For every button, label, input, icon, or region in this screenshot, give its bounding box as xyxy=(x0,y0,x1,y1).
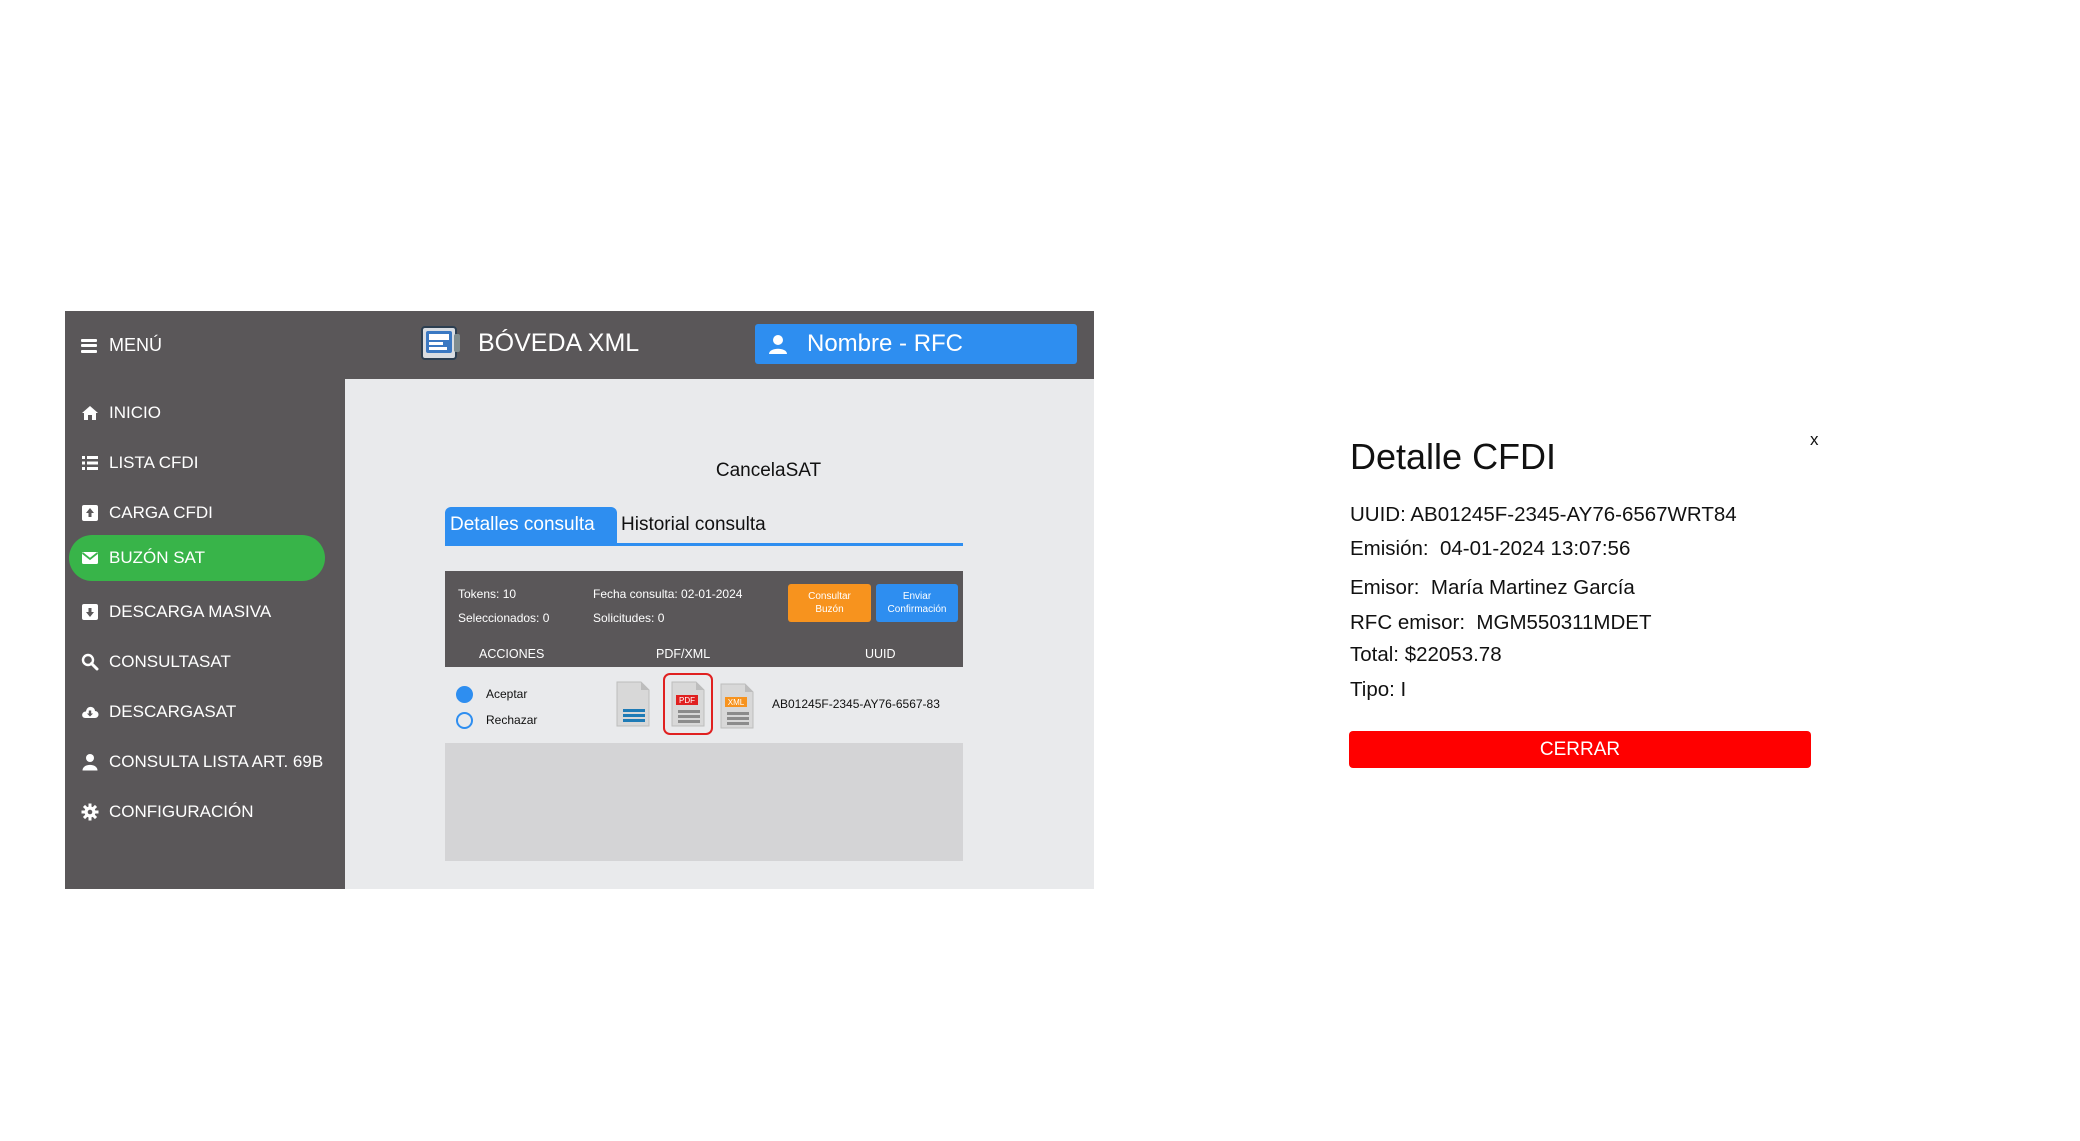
home-icon xyxy=(82,406,98,420)
consultar-buzon-button[interactable]: Consultar Buzón xyxy=(788,584,871,622)
main-content: CancelaSAT Detalles consulta Historial c… xyxy=(345,379,1094,889)
close-icon[interactable]: x xyxy=(1810,430,1819,450)
download-box-icon xyxy=(82,604,98,620)
tab-bar: Detalles consulta Historial consulta xyxy=(445,507,963,546)
modal-tipo: Tipo: I xyxy=(1350,678,1407,701)
column-header-pdf-xml: PDF/XML xyxy=(656,647,711,661)
sidebar-item-inicio[interactable]: INICIO xyxy=(69,390,325,436)
sidebar-item-descarga-masiva[interactable]: DESCARGA MASIVA xyxy=(69,589,325,635)
modal-uuid: UUID: AB01245F-2345-AY76-6567WRT84 xyxy=(1350,503,1737,526)
hamburger-icon xyxy=(81,338,97,353)
sidebar-item-descargasat[interactable]: DESCARGASAT xyxy=(69,689,325,735)
sidebar-item-buzon-sat[interactable]: BUZÓN SAT xyxy=(69,535,325,581)
tab-label: Historial consulta xyxy=(621,514,766,535)
tokens-count: Tokens: 10 xyxy=(458,587,517,601)
empty-results-area xyxy=(445,743,963,861)
aceptar-label: Aceptar xyxy=(486,687,528,701)
cloud-download-icon xyxy=(82,706,99,718)
brand: BÓVEDA XML xyxy=(420,324,639,362)
button-label: Consultar Buzón xyxy=(808,591,851,615)
rechazar-label: Rechazar xyxy=(486,713,538,727)
mail-icon xyxy=(81,552,99,564)
xml-tag: XML xyxy=(728,698,745,707)
user-icon xyxy=(769,335,787,354)
column-header-acciones: ACCIONES xyxy=(479,647,545,661)
modal-total: Total: $22053.78 xyxy=(1350,643,1502,666)
sidebar-item-consultasat[interactable]: CONSULTASAT xyxy=(69,639,325,685)
document-view-icon[interactable] xyxy=(615,681,651,727)
cerrar-button[interactable]: CERRAR xyxy=(1349,731,1811,768)
requests-count: Solicitudes: 0 xyxy=(593,611,665,625)
selected-count: Seleccionados: 0 xyxy=(458,611,550,625)
tab-detalles-consulta[interactable]: Detalles consulta xyxy=(445,507,617,543)
sidebar-item-label: DESCARGASAT xyxy=(109,702,237,721)
app-mockup: MENÚ BÓVEDA XML Nombre - RFC INICIO LIST… xyxy=(65,311,1094,889)
sidebar-item-label: CARGA CFDI xyxy=(109,503,213,522)
sidebar-item-label: CONSULTA LISTA ART. 69B xyxy=(109,752,324,771)
sidebar-item-label: BUZÓN SAT xyxy=(109,548,206,567)
xml-file-icon[interactable]: XML xyxy=(719,683,755,729)
pdf-tag: PDF xyxy=(679,696,695,705)
sidebar-item-lista-cfdi[interactable]: LISTA CFDI xyxy=(69,440,325,486)
gear-icon xyxy=(81,803,99,821)
sidebar-item-label: CONFIGURACIÓN xyxy=(109,802,254,821)
modal-emisor: Emisor: María Martinez García xyxy=(1350,576,1635,599)
button-label: CERRAR xyxy=(1539,738,1621,760)
sidebar-item-label: DESCARGA MASIVA xyxy=(109,602,272,621)
pdf-file-icon[interactable]: PDF xyxy=(670,681,706,727)
vault-logo-icon xyxy=(421,326,460,360)
search-icon xyxy=(81,653,99,671)
sidebar-item-label: CONSULTASAT xyxy=(109,652,231,671)
modal-rfc-emisor: RFC emisor: MGM550311MDET xyxy=(1350,611,1652,634)
sidebar: INICIO LISTA CFDI CARGA CFDI BUZÓN SAT D… xyxy=(65,379,345,889)
sidebar-item-configuracion[interactable]: CONFIGURACIÓN xyxy=(69,789,325,835)
person-icon xyxy=(82,754,98,771)
tab-label: Detalles consulta xyxy=(450,514,595,535)
sidebar-item-label: LISTA CFDI xyxy=(109,453,199,472)
modal-emision: Emisión: 04-01-2024 13:07:56 xyxy=(1350,537,1631,560)
page-title: CancelaSAT xyxy=(715,460,822,481)
rechazar-radio[interactable] xyxy=(456,712,473,729)
top-bar: MENÚ BÓVEDA XML Nombre - RFC xyxy=(65,311,1094,379)
list-icon xyxy=(82,456,98,470)
sidebar-item-label: INICIO xyxy=(109,403,161,422)
uuid-value: AB01245F-2345-AY76-6567-83 xyxy=(772,697,940,711)
enviar-confirmacion-button[interactable]: Enviar Confirmación xyxy=(876,584,958,622)
menu-toggle[interactable]: MENÚ xyxy=(81,335,162,356)
table-row: Aceptar Rechazar PDF XML AB01245F-2345-A… xyxy=(445,667,963,743)
menu-label: MENÚ xyxy=(109,335,162,355)
sidebar-item-consulta-lista-69b[interactable]: CONSULTA LISTA ART. 69B xyxy=(69,739,325,785)
upload-icon xyxy=(82,505,98,521)
button-label: Enviar Confirmación xyxy=(887,591,947,615)
user-button[interactable]: Nombre - RFC xyxy=(755,324,1077,364)
modal-title: Detalle CFDI xyxy=(1350,436,1557,477)
tab-historial-consulta[interactable]: Historial consulta xyxy=(621,507,766,543)
sidebar-item-carga-cfdi[interactable]: CARGA CFDI xyxy=(69,490,325,536)
query-date: Fecha consulta: 02-01-2024 xyxy=(593,587,743,601)
column-header-uuid: UUID xyxy=(865,647,896,661)
brand-title: BÓVEDA XML xyxy=(478,328,640,357)
user-label: Nombre - RFC xyxy=(807,330,964,357)
aceptar-radio[interactable] xyxy=(456,686,473,703)
query-summary-panel: Tokens: 10 Seleccionados: 0 Fecha consul… xyxy=(445,571,963,667)
